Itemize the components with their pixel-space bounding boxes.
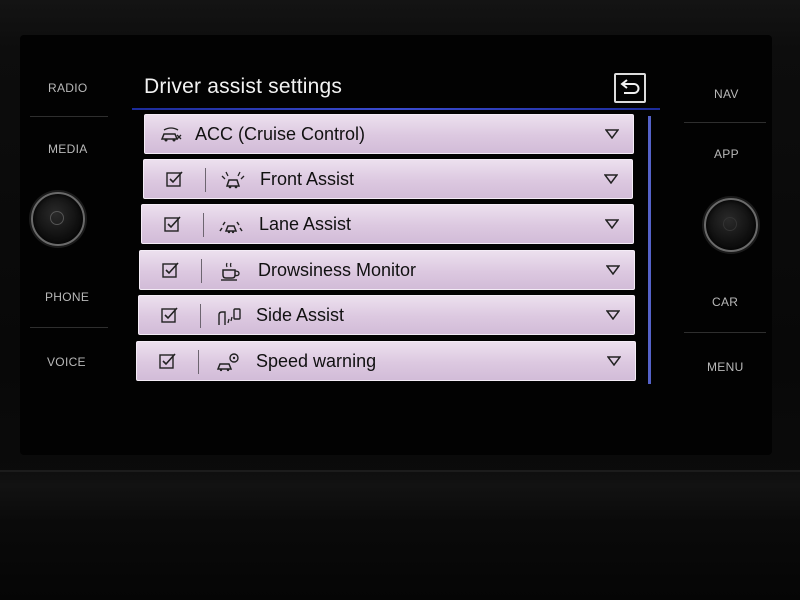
list-item-front-assist[interactable]: Front Assist [143,159,633,199]
side-assist-icon [218,308,241,325]
back-button[interactable] [614,73,646,103]
chevron-down-icon[interactable] [605,219,619,229]
item-divider [201,259,202,283]
item-divider [205,168,206,192]
knob-center [723,217,737,231]
front-assist-icon [221,171,245,189]
chevron-down-icon[interactable] [605,129,619,139]
app-button[interactable]: APP [714,147,739,161]
speed-warning-icon [216,353,239,372]
lower-bezel [0,470,800,600]
checkbox-checked-icon[interactable] [166,171,184,187]
checkbox-checked-icon[interactable] [159,353,177,369]
coffee-cup-icon [221,262,240,281]
list-item-label: Side Assist [256,305,345,325]
page-title: Driver assist settings [144,75,343,98]
list-item-label: Front Assist [260,169,355,189]
menu-button[interactable]: MENU [707,360,744,374]
list-item-label: Speed warning [256,351,377,371]
tune-knob[interactable] [704,198,758,252]
list-item-side-assist[interactable]: Side Assist [138,295,635,335]
list-item-speed-warning[interactable]: Speed warning [136,341,636,381]
list-item-lane-assist[interactable]: Lane Assist [141,204,634,244]
right-divider [684,122,766,123]
car-button[interactable]: CAR [712,295,738,309]
phone-button[interactable]: PHONE [45,290,89,304]
chevron-down-icon[interactable] [607,356,621,366]
bezel-edge [0,470,800,472]
list-item-drowsiness-monitor[interactable]: Drowsiness Monitor [139,250,635,290]
back-arrow-icon [620,79,640,94]
chevron-down-icon[interactable] [606,265,620,275]
chevron-down-icon[interactable] [604,174,618,184]
voice-button[interactable]: VOICE [47,355,86,369]
left-divider [30,327,108,328]
media-button[interactable]: MEDIA [48,142,88,156]
list-item-acc[interactable]: ACC (Cruise Control) [144,114,634,154]
volume-knob[interactable] [31,192,85,246]
left-divider [30,116,108,117]
checkbox-checked-icon[interactable] [164,216,182,232]
item-divider [200,304,201,328]
right-divider [684,332,766,333]
radio-button[interactable]: RADIO [48,81,88,95]
item-divider [198,350,199,374]
checkbox-checked-icon[interactable] [162,262,180,278]
nav-button[interactable]: NAV [714,87,739,101]
item-divider [203,213,204,237]
list-item-label: Lane Assist [259,214,352,234]
title-underline [132,108,660,110]
lane-assist-icon [219,221,243,234]
display-screen [20,35,772,455]
power-icon [50,211,64,225]
list-item-label: Drowsiness Monitor [258,260,417,280]
acc-icon [160,127,182,142]
chevron-down-icon[interactable] [606,310,620,320]
list-item-label: ACC (Cruise Control) [195,124,366,144]
scrollbar-thumb[interactable] [648,116,651,384]
checkbox-checked-icon[interactable] [161,307,179,323]
